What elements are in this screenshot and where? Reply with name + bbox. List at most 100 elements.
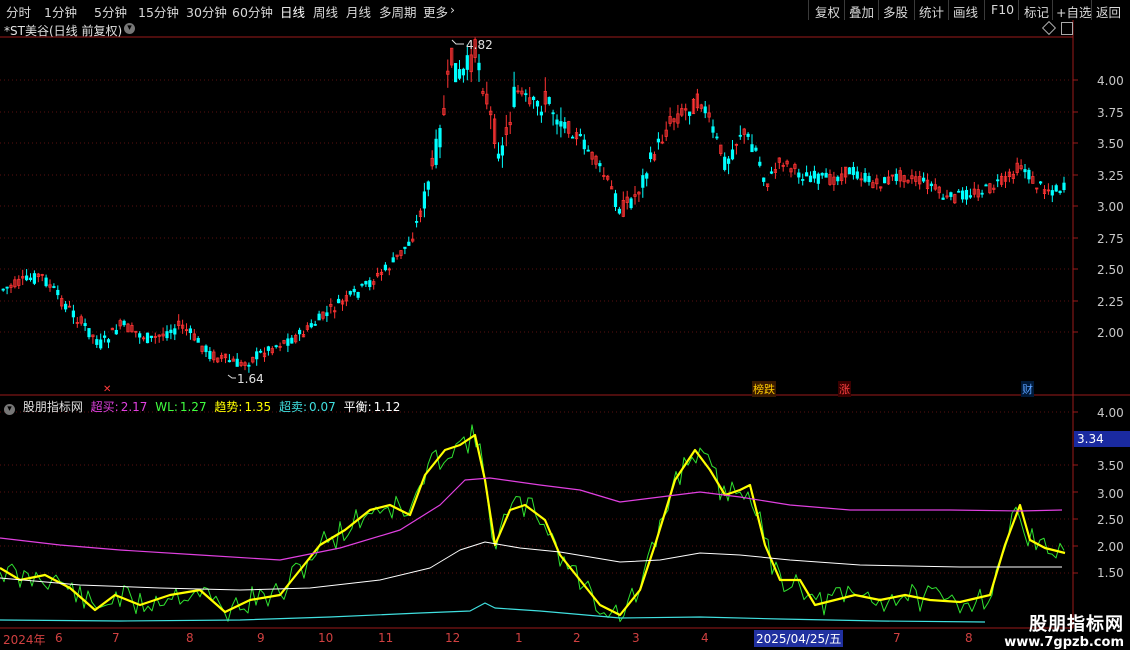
candle-body (364, 281, 368, 285)
price-tick: 2.75 (1097, 232, 1124, 246)
candle-body (336, 298, 341, 304)
indicator-tick: 3.50 (1097, 459, 1124, 473)
candle-body (941, 197, 945, 200)
candle-body (403, 246, 407, 249)
x-label: 7 (893, 631, 901, 645)
low-price-label: 1.64 (237, 372, 264, 386)
candle-body (1062, 182, 1066, 191)
indicator-name: 股朋指标网 (22, 400, 83, 414)
candle-body (715, 136, 719, 139)
candle-body (95, 339, 99, 345)
overbought-line (0, 477, 1063, 561)
candle-body (465, 55, 469, 70)
chevron-down-icon[interactable]: ▾ (4, 404, 15, 415)
price-tick: 2.25 (1097, 295, 1124, 309)
candle-body (578, 133, 583, 137)
candle-body (422, 191, 427, 209)
candle-body (297, 329, 302, 335)
event-marker-finance[interactable]: 财 (1021, 381, 1034, 397)
x-label: 9 (257, 631, 265, 645)
candle-body (532, 96, 536, 100)
candle-body (824, 172, 828, 178)
candle-body (1050, 190, 1054, 196)
candle-body (758, 161, 762, 166)
candle-body (555, 119, 559, 125)
x-label: 11 (378, 631, 394, 645)
candle-body (99, 339, 103, 349)
legend-label: 趋势: (214, 400, 243, 414)
kline-chart-canvas[interactable] (0, 0, 1130, 650)
candle-body (64, 303, 68, 310)
candle-body (808, 175, 813, 183)
x-label: 2024年 (3, 633, 46, 647)
indicator-tick: 3.00 (1097, 487, 1124, 501)
price-tick: 3.50 (1097, 137, 1124, 151)
candle-body (551, 112, 555, 115)
chevron-down-icon[interactable]: ▾ (124, 23, 135, 34)
candle-body (438, 128, 442, 148)
candle-body (957, 190, 961, 193)
candle-body (964, 189, 969, 200)
x-label: 8 (186, 631, 194, 645)
candle-body (208, 350, 212, 359)
candle-body (457, 69, 462, 79)
indicator-tick: 1.50 (1097, 566, 1124, 580)
candle-body (188, 328, 192, 334)
candle-body (196, 338, 200, 343)
legend-value: 2.17 (120, 400, 148, 414)
candle-body (1023, 169, 1027, 173)
event-marker-drop[interactable]: 榜跌 (752, 381, 776, 397)
event-marker[interactable]: ✕ (103, 384, 111, 395)
candle-body (1, 288, 5, 291)
candle-body (71, 310, 75, 318)
candle-body (711, 126, 715, 133)
x-label: 8 (965, 631, 973, 645)
legend-overbought: 超买: 2.17 (91, 400, 148, 414)
candle-body (496, 153, 501, 159)
candle-body (801, 179, 805, 181)
candle-body (746, 133, 750, 137)
legend-value: 1.12 (373, 400, 401, 414)
candle-body (820, 172, 824, 176)
candle-body (286, 338, 290, 346)
candle-body (1058, 190, 1062, 194)
candle-body (738, 134, 742, 137)
candle-body (235, 358, 239, 367)
legend-label: WL: (155, 400, 178, 414)
x-label: 6 (55, 631, 63, 645)
candle-body (586, 149, 590, 152)
candle-body (703, 106, 707, 114)
panel-toggle-icon[interactable] (1061, 22, 1073, 35)
candle-body (453, 63, 458, 83)
candle-body (894, 173, 898, 182)
candle-body (56, 289, 60, 296)
indicator-tick: 2.00 (1097, 540, 1124, 554)
price-tick: 4.00 (1097, 74, 1124, 88)
current-value-badge: 3.34 (1074, 431, 1130, 447)
candle-body (629, 198, 633, 209)
candle-body (968, 195, 973, 198)
candle-body (391, 257, 395, 263)
high-pointer (451, 39, 464, 45)
candle-body (559, 121, 563, 127)
candle-body (867, 176, 871, 183)
candle-body (266, 346, 271, 351)
candle-body (24, 275, 29, 281)
candle-body (477, 62, 481, 71)
candle-body (512, 86, 516, 107)
candle-body (641, 175, 645, 188)
candle-body (571, 136, 575, 139)
event-marker-rise[interactable]: 涨 (838, 381, 851, 397)
candle-body (258, 350, 263, 353)
price-tick: 3.75 (1097, 106, 1124, 120)
candle-body (348, 291, 352, 295)
candle-body (961, 190, 965, 200)
candle-body (1027, 169, 1031, 180)
candle-body (227, 360, 231, 363)
candle-body (797, 172, 801, 178)
candle-body (434, 138, 438, 165)
candle-body (863, 173, 867, 182)
legend-label: 超卖: (279, 400, 308, 414)
candle-body (247, 364, 251, 367)
candle-body (122, 320, 126, 326)
